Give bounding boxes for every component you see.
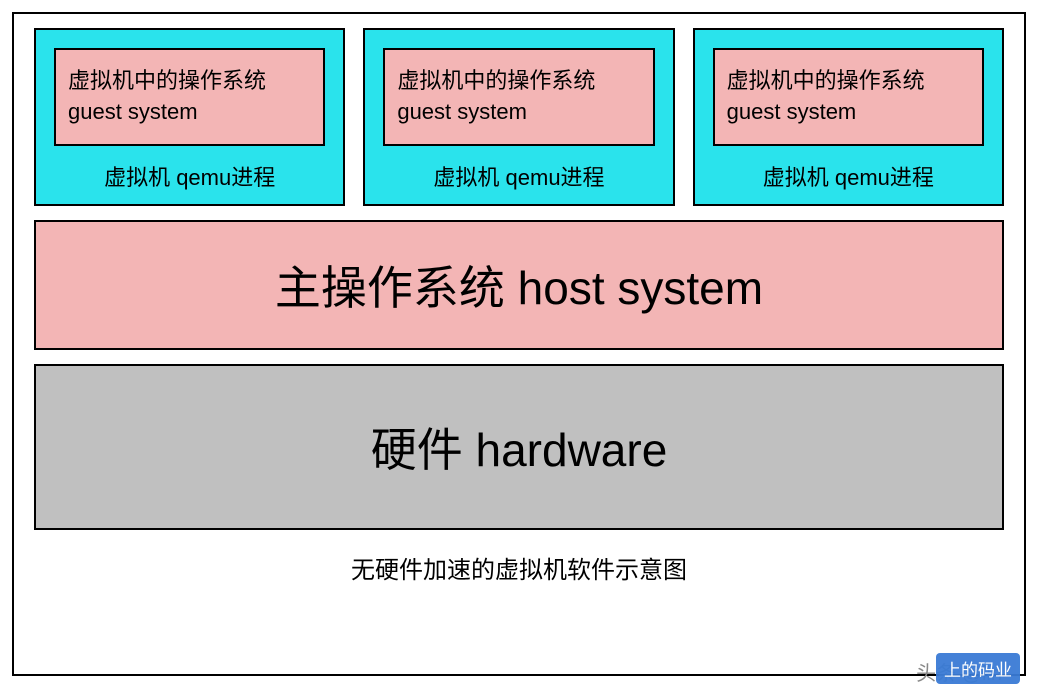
- vm-label-1: 虚拟机 qemu进程: [104, 160, 275, 192]
- vm-row: 虚拟机中的操作系统 guest system 虚拟机 qemu进程 虚拟机中的操…: [34, 28, 1004, 206]
- vm-label-2: 虚拟机 qemu进程: [433, 160, 604, 192]
- guest-os-box-3: 虚拟机中的操作系统 guest system: [713, 48, 984, 146]
- watermark-badge: 上的码业: [936, 653, 1020, 684]
- hardware-label: 硬件 hardware: [371, 414, 668, 480]
- guest-line1: 虚拟机中的操作系统: [68, 66, 311, 97]
- host-system-label: 主操作系统 host system: [275, 252, 763, 318]
- diagram-frame: 虚拟机中的操作系统 guest system 虚拟机 qemu进程 虚拟机中的操…: [12, 12, 1026, 676]
- vm-box-3: 虚拟机中的操作系统 guest system 虚拟机 qemu进程: [693, 28, 1004, 206]
- guest-line2: guest system: [727, 97, 970, 128]
- guest-line2: guest system: [397, 97, 640, 128]
- guest-line2: guest system: [68, 97, 311, 128]
- hardware-box: 硬件 hardware: [34, 364, 1004, 530]
- guest-os-box-1: 虚拟机中的操作系统 guest system: [54, 48, 325, 146]
- guest-line1: 虚拟机中的操作系统: [397, 66, 640, 97]
- vm-box-2: 虚拟机中的操作系统 guest system 虚拟机 qemu进程: [363, 28, 674, 206]
- host-system-box: 主操作系统 host system: [34, 220, 1004, 350]
- guest-os-box-2: 虚拟机中的操作系统 guest system: [383, 48, 654, 146]
- vm-box-1: 虚拟机中的操作系统 guest system 虚拟机 qemu进程: [34, 28, 345, 206]
- vm-label-3: 虚拟机 qemu进程: [763, 160, 934, 192]
- guest-line1: 虚拟机中的操作系统: [727, 66, 970, 97]
- diagram-caption: 无硬件加速的虚拟机软件示意图: [34, 550, 1004, 585]
